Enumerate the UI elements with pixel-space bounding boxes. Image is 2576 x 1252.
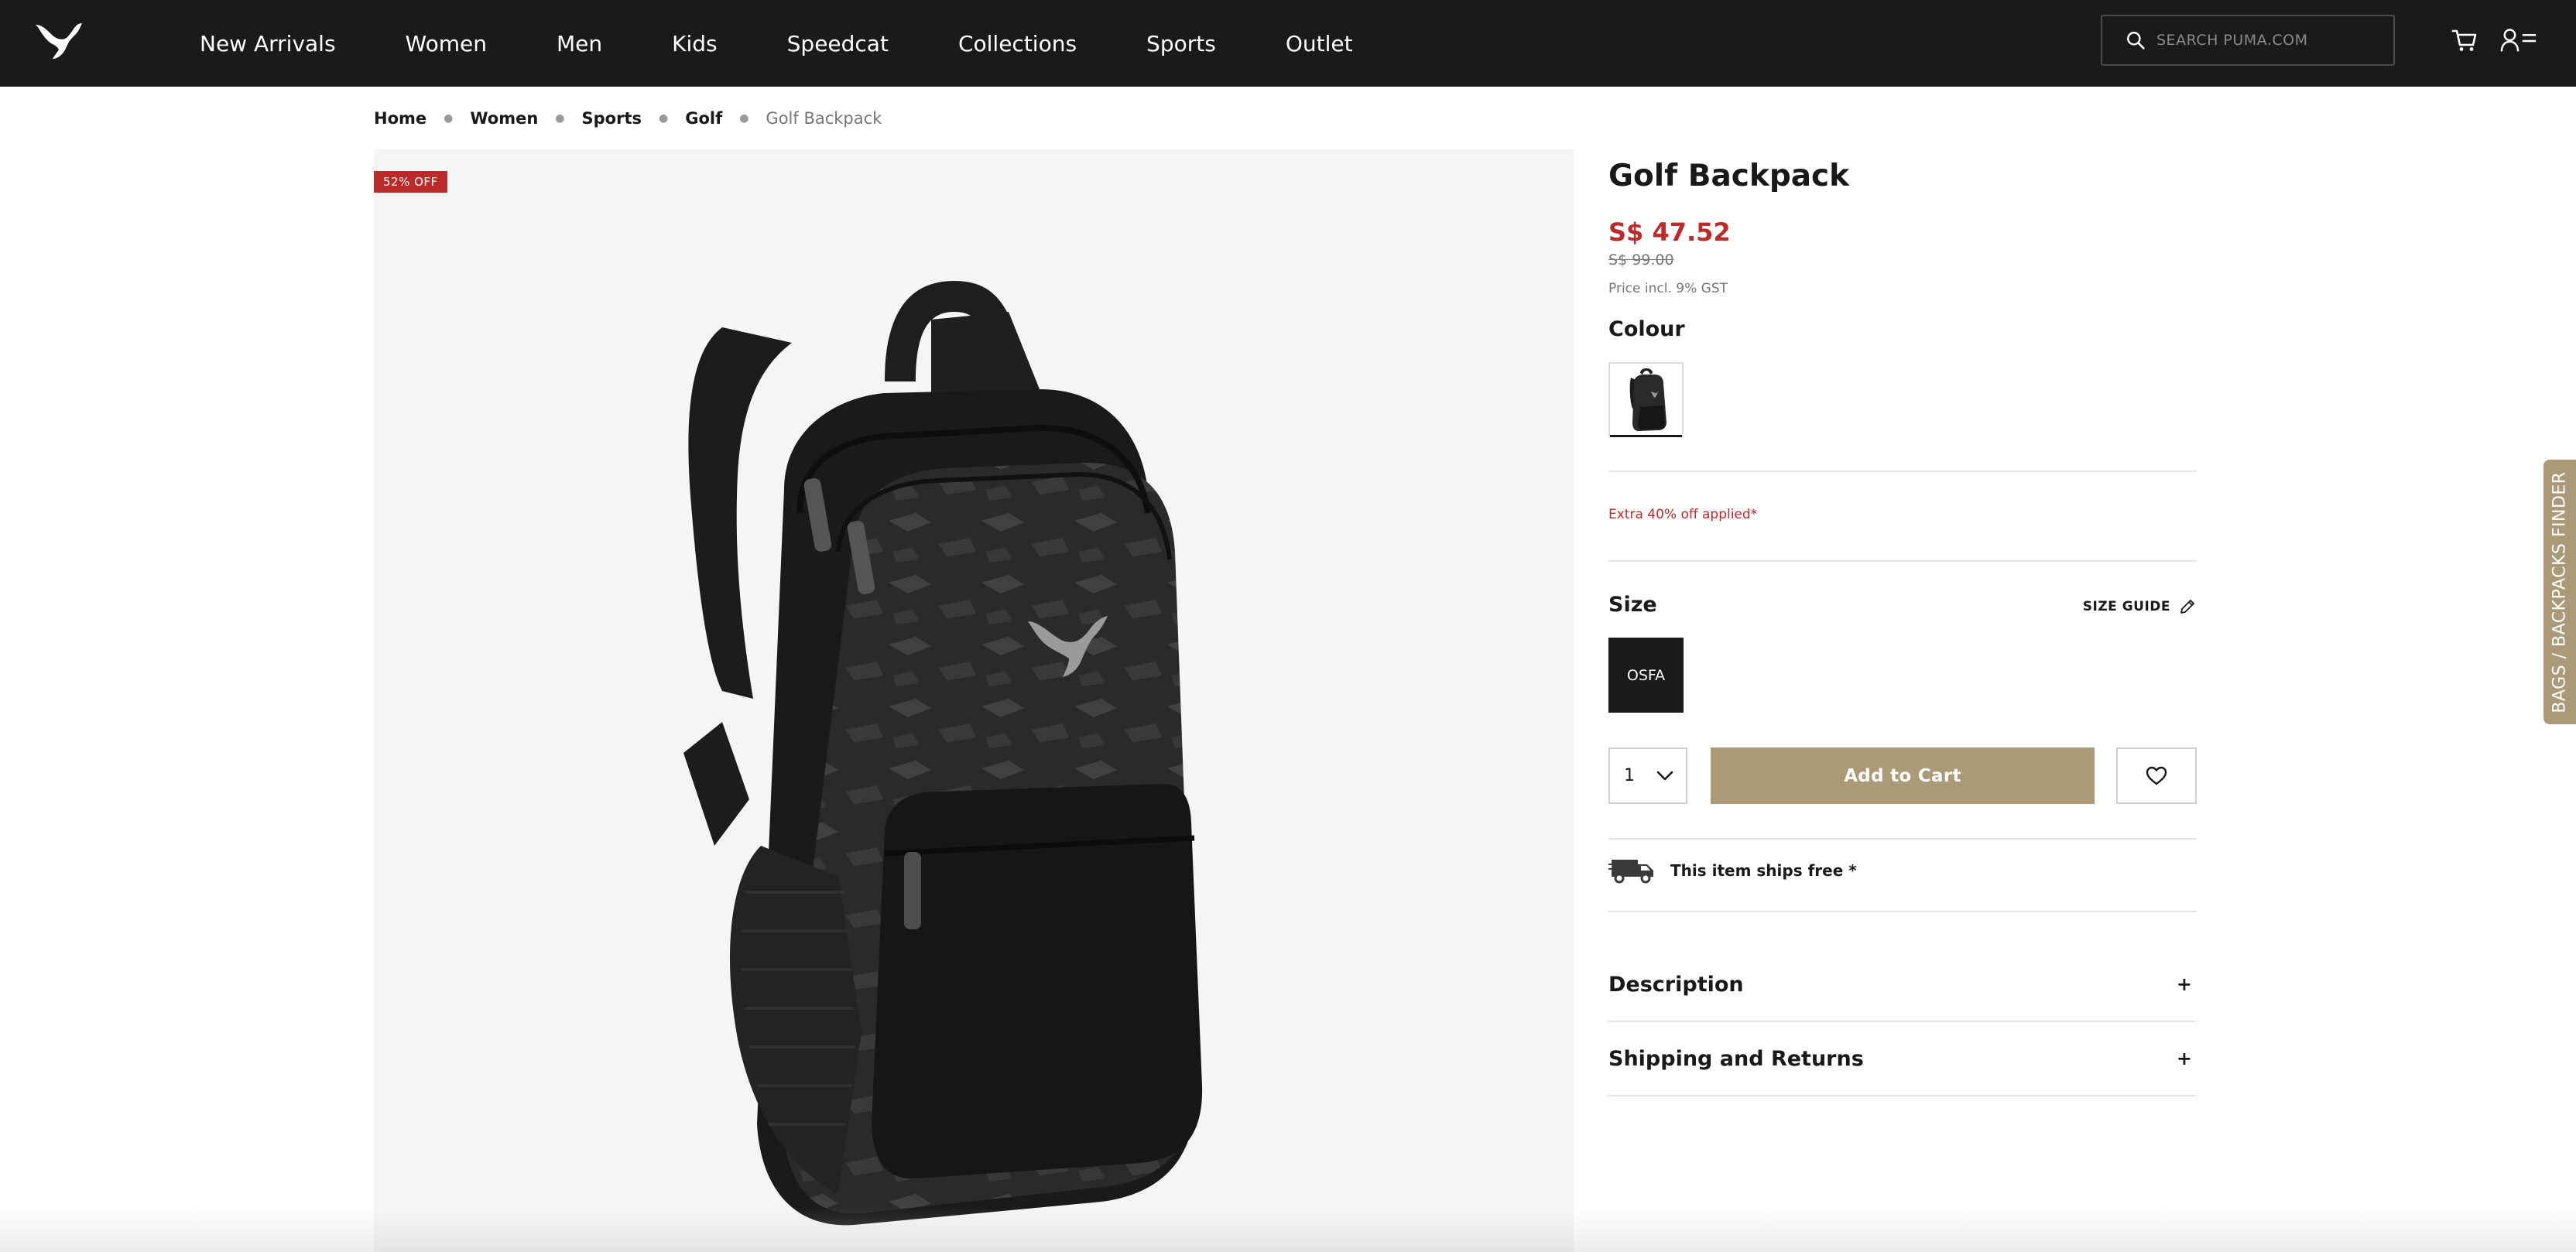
sale-price: S$ 47.52 — [1608, 217, 1731, 247]
colour-swatch-black[interactable] — [1608, 362, 1684, 437]
puma-logo[interactable] — [34, 20, 84, 60]
nav-speedcat[interactable]: Speedcat — [787, 31, 889, 56]
breadcrumb-golf[interactable]: Golf — [685, 109, 722, 128]
account-icon[interactable] — [2500, 25, 2537, 56]
heart-icon — [2146, 766, 2167, 785]
divider — [1608, 1021, 2197, 1022]
pencil-icon — [2180, 600, 2194, 614]
size-guide-link[interactable]: SIZE GUIDE — [2083, 597, 2197, 616]
cart-icon[interactable] — [2446, 25, 2483, 56]
breadcrumb-separator: ● — [739, 112, 749, 125]
size-label: Size — [1608, 593, 1657, 617]
chevron-down-icon — [1656, 771, 1673, 780]
original-price: S$ 99.00 — [1608, 251, 1674, 269]
divider — [1608, 911, 2197, 912]
breadcrumb-women[interactable]: Women — [470, 109, 538, 128]
nav-men[interactable]: Men — [557, 31, 602, 56]
nav-outlet[interactable]: Outlet — [1286, 31, 1353, 56]
nav-collections[interactable]: Collections — [958, 31, 1077, 56]
discount-badge: 52% OFF — [374, 171, 447, 193]
nav-sports[interactable]: Sports — [1146, 31, 1216, 56]
site-header: New Arrivals Women Men Kids Speedcat Col… — [0, 0, 2576, 87]
plus-icon: + — [2176, 973, 2192, 995]
product-image-gallery[interactable] — [374, 149, 1574, 1252]
bags-backpacks-finder-tab[interactable]: BAGS / BACKPACKS FINDER — [2543, 460, 2576, 724]
size-option-osfa[interactable]: OSFA — [1608, 638, 1684, 713]
breadcrumb-separator: ● — [658, 112, 669, 125]
divider — [1608, 838, 2197, 840]
main-nav: New Arrivals Women Men Kids Speedcat Col… — [200, 0, 1353, 87]
nav-women[interactable]: Women — [406, 31, 487, 56]
colour-label: Colour — [1608, 317, 1685, 341]
quantity-value: 1 — [1624, 766, 1635, 785]
nav-new-arrivals[interactable]: New Arrivals — [200, 31, 336, 56]
quantity-select[interactable]: 1 — [1608, 747, 1687, 804]
plus-icon: + — [2176, 1048, 2192, 1069]
divider — [1608, 1095, 2197, 1096]
product-image-backpack — [683, 281, 1203, 1226]
search-box[interactable] — [2101, 15, 2395, 66]
search-icon — [2127, 32, 2145, 50]
promo-message: Extra 40% off applied* — [1608, 507, 1758, 522]
nav-kids[interactable]: Kids — [672, 31, 718, 56]
breadcrumb-current: Golf Backpack — [766, 109, 882, 128]
add-to-cart-button[interactable]: Add to Cart — [1711, 747, 2095, 804]
search-input[interactable] — [2156, 32, 2389, 49]
side-tab-label: BAGS / BACKPACKS FINDER — [2550, 470, 2570, 713]
accordion-shipping-returns[interactable]: Shipping and Returns + — [1608, 1039, 2197, 1078]
accordion-description[interactable]: Description + — [1608, 965, 2197, 1004]
free-shipping-text: This item ships free * — [1670, 861, 1857, 880]
breadcrumb-sports[interactable]: Sports — [582, 109, 642, 128]
accordion-shipping-returns-title: Shipping and Returns — [1608, 1046, 1864, 1071]
breadcrumb: Home ● Women ● Sports ● Golf ● Golf Back… — [374, 107, 882, 130]
size-guide-label: SIZE GUIDE — [2082, 599, 2170, 614]
divider — [1608, 560, 2197, 562]
breadcrumb-home[interactable]: Home — [374, 109, 426, 128]
wishlist-button[interactable] — [2116, 747, 2197, 804]
swatch-backpack-thumbnail — [1629, 368, 1667, 431]
divider — [1608, 470, 2197, 472]
free-shipping-notice: This item ships free * — [1608, 855, 1857, 886]
delivery-truck-icon — [1608, 860, 1653, 884]
tax-note: Price incl. 9% GST — [1608, 281, 1728, 296]
accordion-description-title: Description — [1608, 972, 1744, 997]
product-title: Golf Backpack — [1608, 159, 1850, 193]
breadcrumb-separator: ● — [555, 112, 565, 125]
breadcrumb-separator: ● — [444, 112, 454, 125]
